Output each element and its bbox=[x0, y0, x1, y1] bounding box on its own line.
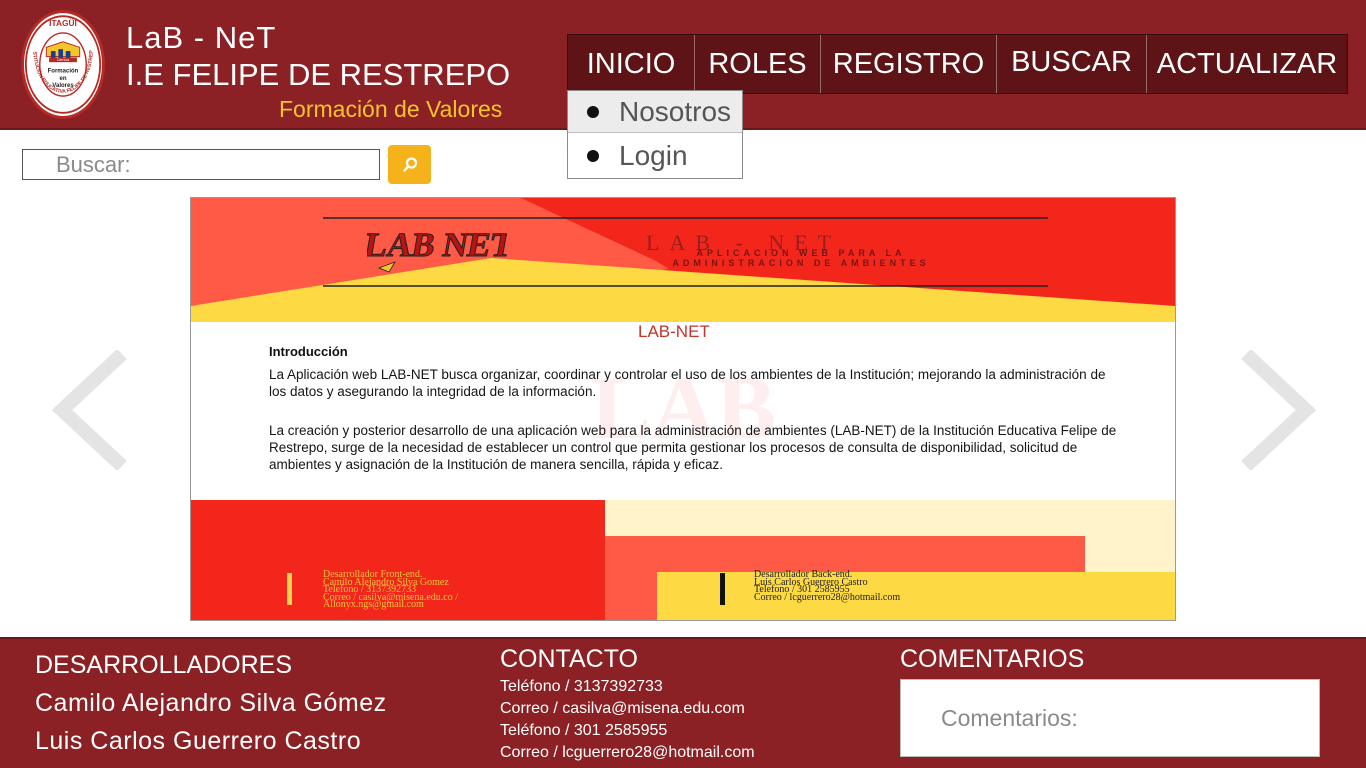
slide-paragraph-2: La creación y posterior desarrollo de un… bbox=[269, 423, 1117, 472]
chevron-left-icon[interactable] bbox=[50, 350, 130, 470]
school-logo[interactable]: ITAGÜÍ Ciencia Formación en Valores INST… bbox=[21, 10, 105, 119]
search-input[interactable] bbox=[22, 149, 380, 180]
contact-email-2[interactable]: Correo / lcguerrero28@hotmail.com bbox=[500, 744, 755, 762]
logo-center-2: en bbox=[59, 76, 66, 82]
chevron-right-icon[interactable] bbox=[1238, 350, 1318, 470]
school-crest-icon: ITAGÜÍ Ciencia Formación en Valores INST… bbox=[24, 13, 102, 114]
back-dev-info: Desarrollador Back-end. Luis Carlos Guer… bbox=[754, 570, 901, 603]
contact-phone-2: Teléfono / 301 2585955 bbox=[500, 722, 668, 739]
nav-item-roles[interactable]: ROLES bbox=[695, 35, 821, 93]
logo-center-1: Formación bbox=[48, 68, 79, 74]
logo-ribbon-text: Ciencia bbox=[57, 58, 70, 62]
nav-item-buscar[interactable]: BUSCAR bbox=[997, 35, 1147, 93]
school-name: I.E FELIPE DE RESTREPO bbox=[126, 57, 511, 92]
nav-item-registro[interactable]: REGISTRO bbox=[821, 35, 997, 93]
contact-email-1[interactable]: Correo / casilva@misena.edu.com bbox=[500, 700, 745, 718]
lab-net-logo: LAB NET bbox=[367, 226, 507, 273]
slide-subtitle-line-1: APLICACION WEB PARA LA bbox=[696, 248, 906, 258]
school-slogan: Formación de Valores bbox=[279, 96, 503, 122]
app-title: LaB - NeT bbox=[126, 20, 277, 55]
main-nav: INICIO ROLES REGISTRO BUSCAR ACTUALIZAR bbox=[567, 34, 1348, 94]
carousel-slide: LAB LAB NET LAB - NET APLICACION WEB PAR… bbox=[190, 197, 1176, 621]
developer-name: Camilo Alejandro Silva Gómez bbox=[35, 689, 387, 717]
comments-heading: COMENTARIOS bbox=[900, 645, 1085, 673]
bullet-icon bbox=[587, 149, 599, 162]
bullet-icon bbox=[587, 105, 599, 118]
search-button[interactable] bbox=[388, 145, 431, 184]
developers-heading: DESARROLLADORES bbox=[35, 651, 293, 679]
dropdown-item-login[interactable]: Login bbox=[568, 133, 742, 178]
contact-heading: CONTACTO bbox=[500, 645, 638, 673]
comments-input[interactable] bbox=[900, 679, 1320, 757]
footer: DESARROLLADORES Camilo Alejandro Silva G… bbox=[0, 637, 1366, 768]
slide-paragraph-1: La Aplicación web LAB-NET busca organiza… bbox=[269, 367, 1106, 399]
logo-city-text: ITAGÜÍ bbox=[49, 17, 77, 28]
search-icon bbox=[402, 156, 417, 172]
nav-item-inicio[interactable]: INICIO bbox=[568, 35, 695, 93]
contact-phone-1: Teléfono / 3137392733 bbox=[500, 678, 663, 695]
nav-item-actualizar[interactable]: ACTUALIZAR bbox=[1147, 35, 1347, 93]
slide-intro-title: Introducción bbox=[269, 344, 348, 359]
slide-subtitle: APLICACION WEB PARA LA ADMINISTRACION DE… bbox=[611, 248, 991, 268]
dropdown-item-label: Nosotros bbox=[619, 95, 732, 127]
developer-name: Luis Carlos Guerrero Castro bbox=[35, 727, 362, 755]
slide-section-title: LAB-NET bbox=[638, 322, 710, 341]
front-dev-info: Desarrollador Front-end. Camilo Alejandr… bbox=[323, 570, 458, 609]
slide-subtitle-line-2: ADMINISTRACION DE AMBIENTES bbox=[672, 258, 930, 268]
back-dev-email: Correo / lcguerrero28@hotmail.com bbox=[754, 591, 901, 603]
back-dev-marker bbox=[720, 573, 725, 605]
inicio-dropdown-menu: Nosotros Login bbox=[567, 90, 743, 179]
front-dev-marker bbox=[287, 573, 292, 605]
dropdown-item-label: Login bbox=[619, 139, 688, 171]
lab-net-logo-text: LAB NET bbox=[367, 226, 507, 264]
dropdown-item-nosotros[interactable]: Nosotros bbox=[568, 91, 742, 133]
